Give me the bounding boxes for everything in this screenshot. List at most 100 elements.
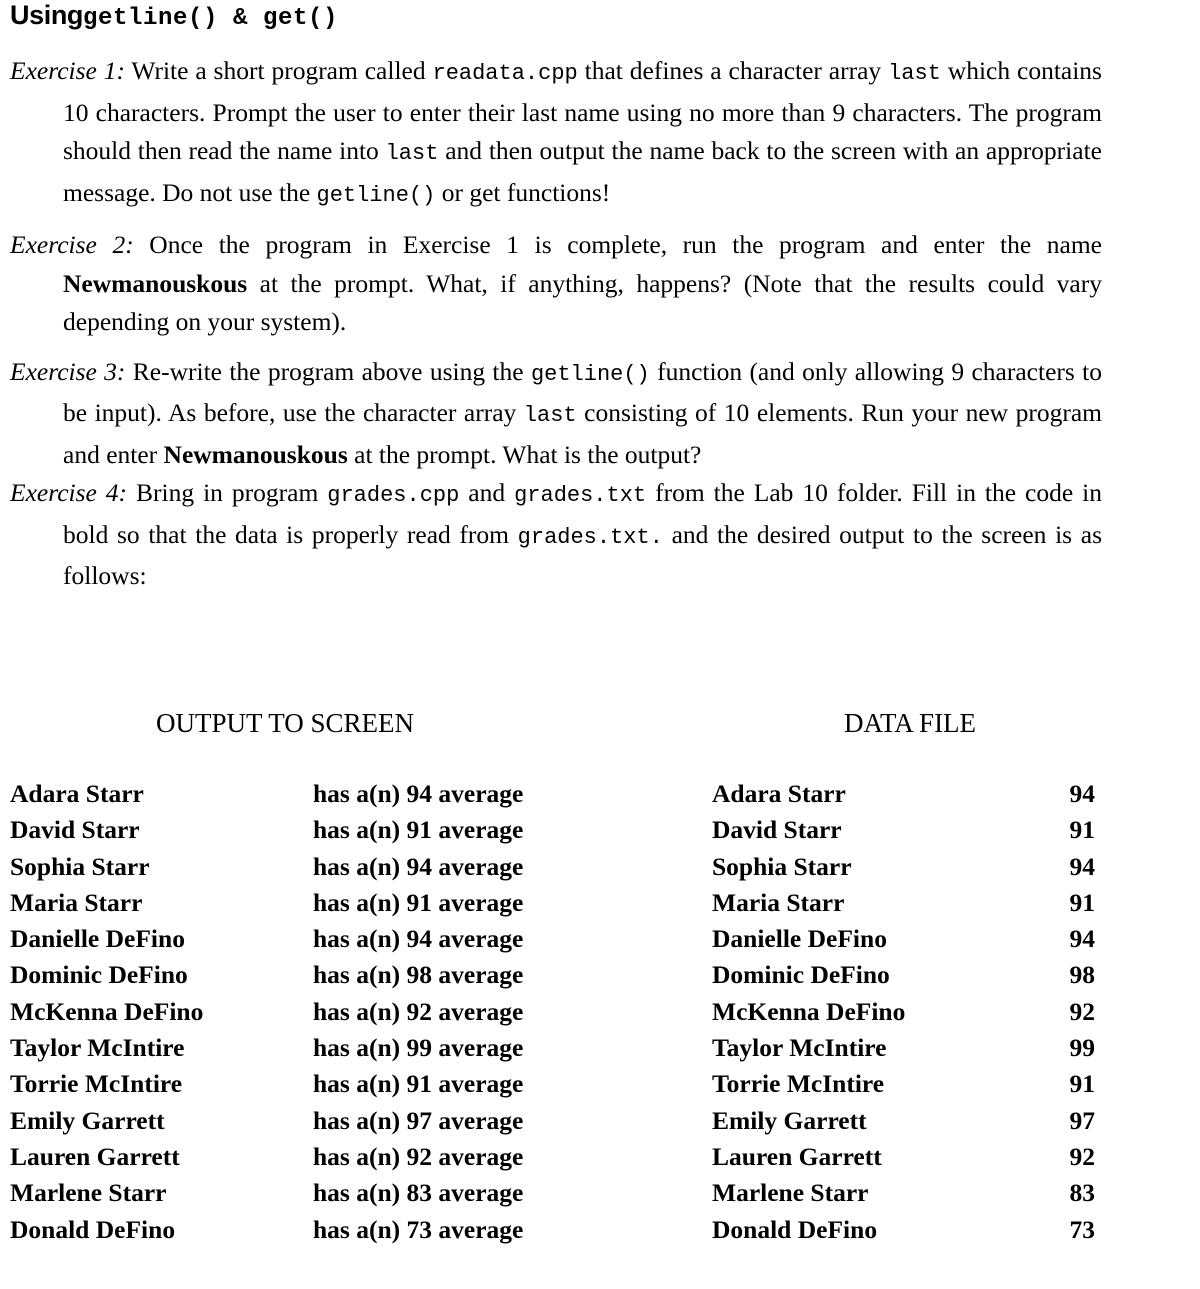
datafile-grade: 97 <box>1069 1105 1096 1135</box>
inline-code: last <box>523 403 577 428</box>
output-student-name: Adara Starr <box>10 779 144 808</box>
column-header-output-to-screen: OUTPUT TO SCREEN <box>155 708 415 738</box>
output-average-message: has a(n) 91 average <box>313 815 524 845</box>
output-average-message: has a(n) 73 average <box>313 1214 524 1244</box>
emphasis-text: Newmanouskous <box>163 439 348 469</box>
exercise-paragraph: Exercise 4: Bring in program grades.cpp … <box>10 474 1102 596</box>
body-text: Once the program in Exercise 1 is comple… <box>133 230 1103 259</box>
inline-code: last <box>888 61 941 86</box>
table-row: Taylor McIntire has a(n) 99 average Taylor… <box>0 1030 1200 1066</box>
table-row: Danielle DeFino has a(n) 94 average Daniel… <box>0 921 1200 957</box>
inline-code: grades.txt <box>514 483 647 508</box>
datafile-grade: 94 <box>1069 779 1096 808</box>
datafile-student-name: Adara Starr <box>712 779 846 808</box>
datafile-student-name: Sophia Starr <box>712 851 852 881</box>
exercise-list: Exercise 1: Write a short program called… <box>10 52 1102 596</box>
datafile-student-name: Danielle DeFino <box>712 924 887 954</box>
page-title: Usinggetline() & get() <box>10 2 338 31</box>
body-text: or get functions! <box>435 177 611 207</box>
datafile-grade: 83 <box>1069 1178 1096 1208</box>
table-row: Dominic DeFino has a(n) 98 average Dominic… <box>0 957 1200 993</box>
output-student-name: Donald DeFino <box>10 1214 176 1244</box>
table-row: Lauren Garrett has a(n) 92 average Lauren … <box>0 1139 1200 1175</box>
table-rows: Adara Starr has a(n) 94 average Adara Star… <box>0 776 1200 1248</box>
datafile-grade: 94 <box>1069 924 1096 954</box>
body-text: that defines a character array <box>577 56 889 85</box>
output-average-message: has a(n) 92 average <box>313 1141 524 1171</box>
datafile-grade: 91 <box>1069 815 1096 845</box>
output-student-name: Lauren Garrett <box>10 1141 180 1171</box>
page-title-word: Using <box>10 0 84 30</box>
datafile-student-name: McKenna DeFino <box>712 996 906 1026</box>
output-student-name: Marlene Starr <box>10 1178 167 1208</box>
output-average-message: has a(n) 92 average <box>313 996 524 1026</box>
output-student-name: Torrie McIntire <box>10 1069 183 1099</box>
table-row: Maria Starr has a(n) 91 average Maria Star… <box>0 885 1200 921</box>
datafile-student-name: Maria Starr <box>712 887 845 917</box>
table-row: Marlene Starr has a(n) 83 average Marlene … <box>0 1175 1200 1211</box>
output-student-name: McKenna DeFino <box>10 996 204 1026</box>
output-average-message: has a(n) 98 average <box>313 960 524 990</box>
output-student-name: Danielle DeFino <box>10 924 185 954</box>
inline-code: grades.txt. <box>517 524 663 550</box>
exercise-label: Exercise 1: <box>10 56 125 85</box>
table-row: Emily Garrett has a(n) 97 average Emily Ga… <box>0 1103 1200 1139</box>
table-row: Donald DeFino has a(n) 73 average Donald D… <box>0 1212 1200 1248</box>
table-row: Sophia Starr has a(n) 94 average Sophia St… <box>0 849 1200 885</box>
exercise-paragraph: Exercise 3: Re-write the program above u… <box>10 353 1102 475</box>
exercise-paragraph: Exercise 2: Once the program in Exercise… <box>10 226 1102 342</box>
datafile-grade: 92 <box>1069 996 1096 1026</box>
output-average-message: has a(n) 83 average <box>313 1178 524 1208</box>
output-average-message: has a(n) 99 average <box>313 1033 524 1063</box>
inline-code: getline() <box>316 182 436 208</box>
body-text: Bring in program <box>127 478 328 507</box>
output-average-message: has a(n) 91 average <box>313 887 524 917</box>
output-student-name: Emily Garrett <box>10 1105 165 1135</box>
datafile-grade: 94 <box>1069 851 1096 881</box>
table-row: McKenna DeFino has a(n) 92 average McKenna… <box>0 994 1200 1030</box>
output-student-name: David Starr <box>10 815 140 845</box>
table-column-headers: OUTPUT TO SCREEN DATA FILE <box>0 706 1200 752</box>
table-row: Torrie McIntire has a(n) 91 average Torrie… <box>0 1066 1200 1102</box>
output-average-message: has a(n) 94 average <box>313 779 524 808</box>
output-average-message: has a(n) 94 average <box>313 851 524 881</box>
example-output-table: OUTPUT TO SCREEN DATA FILE Adara Starr ha… <box>0 706 1200 1248</box>
output-student-name: Maria Starr <box>10 887 143 917</box>
page-title-code: getline() & get() <box>83 5 339 32</box>
inline-code: last <box>385 141 439 166</box>
output-student-name: Taylor McIntire <box>10 1033 185 1063</box>
datafile-student-name: Donald DeFino <box>712 1214 878 1244</box>
body-text: Re-write the program above using the <box>125 356 531 386</box>
inline-code: getline() <box>530 361 650 387</box>
inline-code: readata.cpp <box>432 61 578 86</box>
datafile-grade: 91 <box>1069 1069 1096 1099</box>
inline-code: grades.cpp <box>327 483 460 508</box>
exercise-label: Exercise 3: <box>10 356 126 386</box>
output-student-name: Sophia Starr <box>10 851 150 881</box>
table-row: David Starr has a(n) 91 average David Star… <box>0 812 1200 848</box>
emphasis-text: Newmanouskous <box>63 268 248 298</box>
datafile-grade: 99 <box>1069 1033 1096 1063</box>
datafile-student-name: Emily Garrett <box>712 1105 867 1135</box>
body-text: Write a short program called <box>124 56 433 85</box>
datafile-grade: 92 <box>1069 1141 1096 1171</box>
body-text: and <box>459 478 515 507</box>
datafile-student-name: Torrie McIntire <box>712 1069 885 1099</box>
output-student-name: Dominic DeFino <box>10 960 188 990</box>
exercise-paragraph: Exercise 1: Write a short program called… <box>10 52 1102 215</box>
output-average-message: has a(n) 94 average <box>313 924 524 954</box>
exercise-label: Exercise 2: <box>10 230 134 259</box>
datafile-student-name: Taylor McIntire <box>712 1033 887 1063</box>
datafile-grade: 73 <box>1069 1214 1096 1244</box>
datafile-student-name: Dominic DeFino <box>712 960 890 990</box>
datafile-student-name: David Starr <box>712 815 842 845</box>
body-text: at the prompt. What is the output? <box>347 439 702 469</box>
datafile-grade: 98 <box>1069 960 1096 990</box>
table-row: Adara Starr has a(n) 94 average Adara Star… <box>0 776 1200 812</box>
output-average-message: has a(n) 91 average <box>313 1069 524 1099</box>
datafile-student-name: Lauren Garrett <box>712 1141 882 1171</box>
column-header-data-file: DATA FILE <box>843 708 977 738</box>
datafile-grade: 91 <box>1069 887 1096 917</box>
datafile-student-name: Marlene Starr <box>712 1178 869 1208</box>
exercise-label: Exercise 4: <box>10 478 128 507</box>
